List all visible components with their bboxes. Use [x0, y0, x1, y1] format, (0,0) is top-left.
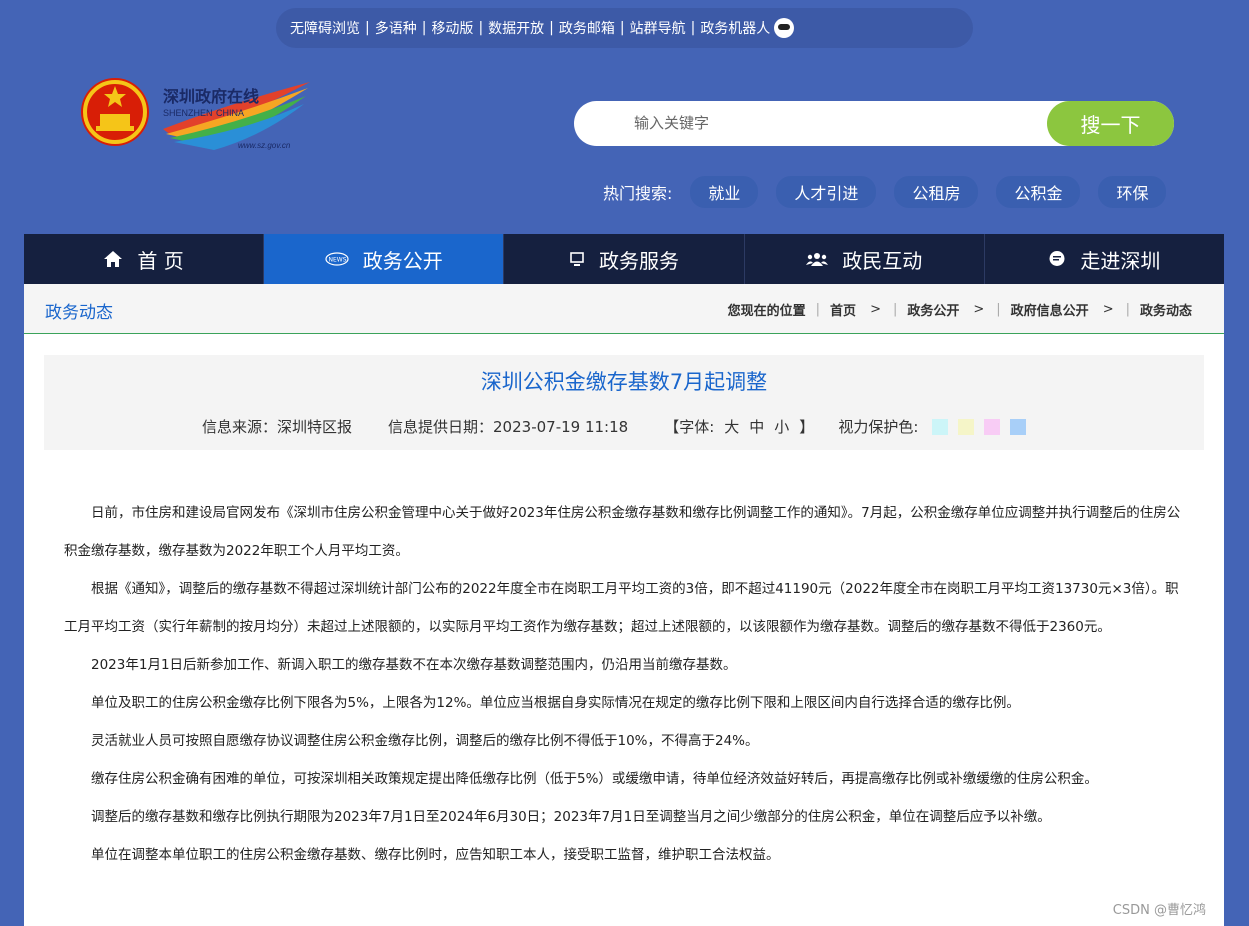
- hot-search-label: 热门搜索:: [603, 184, 673, 203]
- font-small-button[interactable]: 小: [774, 416, 789, 437]
- divider: |: [365, 20, 370, 36]
- article-header: 深圳公积金缴存基数7月起调整 信息来源：深圳特区报 信息提供日期：2023-07…: [44, 355, 1204, 450]
- nav-gov-affairs[interactable]: NEWS 政务公开: [264, 234, 505, 284]
- open-data-link[interactable]: 数据开放: [488, 18, 544, 38]
- divider: |: [892, 302, 898, 317]
- article-paragraph: 2023年1月1日后新参加工作、新调入职工的缴存基数不在本次缴存基数调整范围内，…: [91, 657, 737, 673]
- eye-color-pink[interactable]: [984, 418, 1001, 435]
- watermark: CSDN @曹忆鸿: [1112, 903, 1206, 918]
- svg-text:深圳政府在线: 深圳政府在线: [163, 87, 259, 106]
- home-icon: [103, 250, 123, 268]
- article-paragraph: 缴存住房公积金确有困难的单位，可按深圳相关政策规定提出降低缴存比例（低于5%）或…: [91, 771, 1098, 787]
- nav-interaction[interactable]: 政民互动: [745, 234, 985, 284]
- news-icon: NEWS: [325, 252, 349, 266]
- font-large-button[interactable]: 大: [724, 416, 739, 437]
- mobile-link[interactable]: 移动版: [431, 18, 473, 38]
- hot-tag-environment[interactable]: 环保: [1098, 176, 1167, 208]
- divider: |: [815, 302, 821, 317]
- accessibility-link[interactable]: 无障碍浏览: [290, 18, 360, 38]
- article-body: 日前，市住房和建设局官网发布《深圳市住房公积金管理中心关于做好2023年住房公积…: [64, 494, 1188, 874]
- users-icon: [806, 251, 829, 267]
- hot-search: 热门搜索: 就业 人才引进 公租房 公积金 环保: [603, 176, 1167, 208]
- divider: |: [549, 20, 554, 36]
- site-nav-link[interactable]: 站群导航: [630, 18, 686, 38]
- national-emblem-icon: 深圳政府在线 SHENZHEN CHINA www.sz.gov.cn: [81, 78, 310, 150]
- article-paragraph: 单位及职工的住房公积金缴存比例下限各为5%，上限各为12%。单位应当根据自身实际…: [91, 695, 1020, 711]
- nav-about-shenzhen-label: 走进深圳: [1080, 248, 1161, 273]
- top-link-bar: 无障碍浏览 | 多语种 | 移动版 | 数据开放 | 政务邮箱 | 站群导航 |…: [276, 8, 973, 48]
- breadcrumb-info-disclosure[interactable]: 政府信息公开: [1011, 300, 1089, 319]
- divider: |: [690, 20, 696, 36]
- hot-tag-housing-fund[interactable]: 公积金: [996, 176, 1081, 208]
- nav-interaction-label: 政民互动: [842, 248, 923, 273]
- eye-color-yellow[interactable]: [958, 418, 975, 435]
- divider: |: [996, 302, 1001, 317]
- hot-tag-public-housing[interactable]: 公租房: [894, 176, 979, 208]
- eye-care-label: 视力保护色:: [838, 418, 919, 436]
- font-size-label: 【字体:: [664, 418, 715, 436]
- eye-color-cyan[interactable]: [932, 418, 949, 435]
- article-title: 深圳公积金缴存基数7月起调整: [480, 370, 768, 394]
- article-date: 信息提供日期：2023-07-19 11:18: [388, 418, 629, 436]
- divider: |: [619, 20, 625, 36]
- section-title: 政务动态: [45, 303, 113, 323]
- breadcrumb-gov-affairs[interactable]: 政务公开: [907, 300, 959, 319]
- content-area: 政务动态 您现在的位置 | 首页 > | 政务公开 > | 政府信息公开 > |…: [24, 284, 1224, 926]
- section-header: 政务动态 您现在的位置 | 首页 > | 政务公开 > | 政府信息公开 > |…: [24, 284, 1224, 334]
- languages-link[interactable]: 多语种: [375, 18, 417, 38]
- breadcrumb-arrow: >: [1102, 302, 1114, 317]
- robot-icon[interactable]: [774, 18, 795, 38]
- chat-icon: [1048, 250, 1066, 268]
- article-paragraph: 日前，市住房和建设局官网发布《深圳市住房公积金管理中心关于做好2023年住房公积…: [64, 505, 1181, 559]
- article-paragraph: 调整后的缴存基数和缴存比例执行期限为2023年7月1日至2024年6月30日；2…: [91, 809, 1051, 825]
- nav-services[interactable]: 政务服务: [504, 234, 745, 284]
- main-nav: 首 页 NEWS 政务公开 政务服务 政民互动 走进深圳: [24, 234, 1224, 284]
- nav-gov-affairs-label: 政务公开: [362, 248, 443, 273]
- nav-home-label: 首 页: [137, 248, 184, 273]
- divider: |: [421, 20, 427, 36]
- font-medium-button[interactable]: 中: [749, 416, 764, 437]
- breadcrumb-location-label: 您现在的位置: [727, 304, 806, 319]
- search-box: 搜一下: [574, 101, 1174, 146]
- font-size-close: 】: [799, 418, 815, 436]
- nav-about-shenzhen[interactable]: 走进深圳: [985, 234, 1224, 284]
- gov-robot-link[interactable]: 政务机器人: [700, 18, 770, 38]
- hot-tag-talent[interactable]: 人才引进: [776, 176, 877, 208]
- article-meta: 信息来源：深圳特区报 信息提供日期：2023-07-19 11:18 【字体: …: [202, 416, 1027, 437]
- article-paragraph: 根据《通知》，调整后的缴存基数不得超过深圳统计部门公布的2022年度全市在岗职工…: [64, 581, 1179, 635]
- breadcrumb: 您现在的位置 | 首页 > | 政务公开 > | 政府信息公开 > | 政务动态: [728, 300, 1192, 319]
- monitor-icon: [569, 251, 585, 267]
- nav-home[interactable]: 首 页: [24, 234, 265, 284]
- article-paragraph: 单位在调整本单位职工的住房公积金缴存基数、缴存比例时，应告知职工本人，接受职工监…: [91, 847, 780, 863]
- site-logo[interactable]: 深圳政府在线 SHENZHEN CHINA www.sz.gov.cn: [78, 74, 318, 158]
- divider: |: [1125, 302, 1130, 317]
- article-paragraph: 灵活就业人员可按照自愿缴存协议调整住房公积金缴存比例，调整后的缴存比例不得低于1…: [91, 733, 759, 749]
- search-input[interactable]: [632, 113, 1016, 133]
- nav-services-label: 政务服务: [599, 248, 679, 273]
- svg-text:SHENZHEN: SHENZHEN: [163, 108, 213, 118]
- svg-text:www.sz.gov.cn: www.sz.gov.cn: [238, 141, 291, 150]
- divider: |: [478, 20, 484, 36]
- breadcrumb-home[interactable]: 首页: [830, 300, 856, 319]
- search-button[interactable]: 搜一下: [1047, 101, 1174, 146]
- gov-mail-link[interactable]: 政务邮箱: [559, 18, 615, 38]
- breadcrumb-gov-news[interactable]: 政务动态: [1140, 300, 1192, 319]
- svg-text:CHINA: CHINA: [216, 108, 244, 118]
- breadcrumb-arrow: >: [870, 302, 881, 317]
- eye-color-blue[interactable]: [1010, 418, 1027, 435]
- svg-text:NEWS: NEWS: [328, 257, 346, 264]
- hot-tag-jobs[interactable]: 就业: [690, 176, 759, 208]
- article-source: 信息来源：深圳特区报: [202, 418, 353, 436]
- breadcrumb-arrow: >: [973, 302, 985, 317]
